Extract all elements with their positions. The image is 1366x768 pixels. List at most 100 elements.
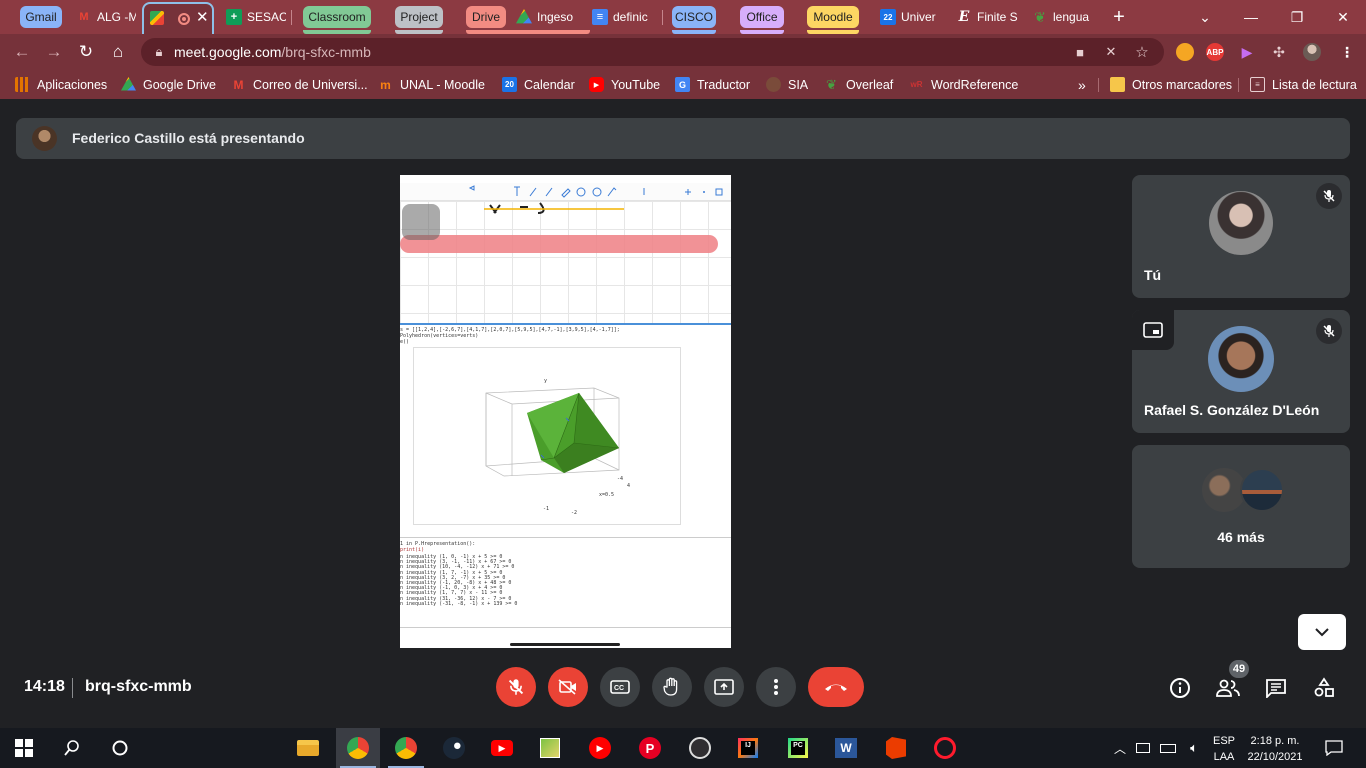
extension-icon[interactable]	[1176, 43, 1194, 61]
tab-lengua[interactable]: ❦ lengua	[1026, 0, 1096, 34]
tab-definic[interactable]: ≡ definic	[586, 0, 658, 34]
language-indicator[interactable]: ESP LAA	[1212, 733, 1236, 765]
taskbar-pinterest[interactable]: P	[638, 736, 662, 760]
taskbar-youtube-music[interactable]: ▶	[588, 736, 612, 760]
pip-overlay-button[interactable]	[402, 204, 440, 240]
taskbar-steam[interactable]	[442, 736, 466, 760]
tab-group-cisco[interactable]: CISCO	[672, 6, 716, 28]
captions-button[interactable]: CC	[600, 667, 640, 707]
minimize-button[interactable]: —	[1228, 0, 1274, 34]
bookmarks-overflow-button[interactable]: »	[1078, 76, 1086, 93]
puzzle-icon[interactable]: ✣	[1270, 43, 1288, 61]
calendar-icon: 20	[502, 77, 517, 92]
bookmark-calendar[interactable]: 20 Calendar	[502, 76, 575, 93]
home-button[interactable]: ⌂	[106, 40, 130, 64]
taskbar-file-explorer[interactable]	[296, 736, 320, 760]
clock[interactable]: 2:18 p. m. 22/10/2021	[1244, 733, 1306, 765]
bookmark-youtube[interactable]: ▶ YouTube	[589, 76, 660, 93]
captions-icon: CC	[610, 680, 630, 694]
pip-button[interactable]	[1132, 310, 1174, 350]
bookmark-overleaf[interactable]: ❦ Overleaf	[824, 76, 893, 93]
taskbar-opera[interactable]	[933, 736, 957, 760]
bookmark-traductor[interactable]: G Traductor	[675, 76, 750, 93]
windows-start-button[interactable]	[12, 736, 36, 760]
tab-group-moodle[interactable]: Moodle	[807, 6, 859, 28]
extension-icon[interactable]: ▶	[1238, 43, 1256, 61]
forward-button[interactable]: →	[42, 40, 66, 64]
bookmark-correo[interactable]: M Correo de Universi...	[231, 76, 368, 93]
present-screen-button[interactable]	[704, 667, 744, 707]
taskbar-chrome[interactable]	[394, 736, 418, 760]
docs-icon: ≡	[592, 9, 608, 25]
other-bookmarks-folder[interactable]: Otros marcadores	[1110, 76, 1232, 93]
bookmark-wordreference[interactable]: wR WordReference	[909, 76, 1019, 93]
tab-group-drive[interactable]: Drive	[466, 6, 506, 28]
close-window-button[interactable]: ✕	[1320, 0, 1366, 34]
camera-icon[interactable]: ■	[1072, 44, 1088, 60]
tab-separator	[662, 10, 663, 25]
bookmark-google-drive[interactable]: Google Drive	[121, 76, 216, 93]
tab-alg[interactable]: M ALG -M	[70, 0, 136, 34]
address-bar[interactable]: 🔒︎ meet.google.com/brq-sfxc-mmb ■ ✕ ☆	[141, 38, 1164, 66]
taskbar-pycharm[interactable]: PC	[786, 736, 810, 760]
network-tray-icon[interactable]	[1134, 736, 1152, 760]
tab-univer[interactable]: 22 Univer	[874, 0, 944, 34]
tab-sesac[interactable]: + SESAC	[220, 0, 286, 34]
camera-toggle-button[interactable]	[548, 667, 588, 707]
taskbar-office[interactable]	[884, 736, 908, 760]
reload-button[interactable]: ↻	[74, 40, 98, 64]
tab-group-gmail[interactable]: Gmail	[20, 6, 62, 28]
close-icon[interactable]: ✕	[196, 8, 209, 26]
bookmark-aplicaciones[interactable]: Aplicaciones	[15, 76, 107, 93]
taskbar-youtube[interactable]: ▶	[490, 736, 514, 760]
cortana-button[interactable]	[108, 736, 132, 760]
collapse-tiles-button[interactable]	[1298, 614, 1346, 650]
clock-time: 2:18 p. m.	[1250, 735, 1300, 747]
tab-meet-active[interactable]: ✕	[142, 2, 214, 34]
taskbar-intellij[interactable]: IJ	[736, 736, 760, 760]
tab-group-office[interactable]: Office	[740, 6, 784, 28]
tab-group-project[interactable]: Project	[395, 6, 443, 28]
participant-tile-self[interactable]: Tú	[1132, 175, 1350, 298]
tab-search-button[interactable]: ⌄	[1182, 0, 1228, 34]
avatar[interactable]	[1303, 43, 1321, 61]
volume-tray-icon[interactable]: 🔈︎	[1184, 736, 1204, 760]
tab-ingeso[interactable]: Ingeso	[510, 0, 584, 34]
activities-button[interactable]	[1311, 675, 1337, 701]
participant-tile-rafael[interactable]: Rafael S. González D'León	[1132, 310, 1350, 433]
bookmarks-divider	[1098, 78, 1099, 92]
notifications-button[interactable]	[1322, 736, 1346, 760]
mic-blocked-icon[interactable]: ✕	[1103, 44, 1119, 60]
taskbar-word[interactable]: W	[834, 736, 858, 760]
info-icon	[1170, 678, 1190, 698]
chrome-icon	[395, 737, 417, 759]
bookmark-sia[interactable]: SIA	[766, 76, 808, 93]
taskbar-obs[interactable]	[688, 736, 712, 760]
bookmark-moodle[interactable]: m UNAL - Moodle	[378, 76, 485, 93]
bookmark-label: SIA	[788, 77, 809, 92]
tab-group-classroom[interactable]: Classroom	[303, 6, 371, 28]
restore-button[interactable]: ❐	[1274, 0, 1320, 34]
tab-finite[interactable]: E Finite S	[950, 0, 1020, 34]
more-options-button[interactable]	[756, 667, 796, 707]
show-hidden-icons-button[interactable]: ︿	[1112, 736, 1128, 760]
raise-hand-button[interactable]	[652, 667, 692, 707]
lock-icon[interactable]: 🔒︎	[151, 44, 167, 60]
search-button[interactable]	[60, 736, 84, 760]
adblock-icon[interactable]: ABP	[1206, 43, 1224, 61]
leave-call-button[interactable]	[808, 667, 864, 707]
participant-tile-more[interactable]: 46 más	[1132, 445, 1350, 568]
meeting-details-button[interactable]	[1167, 675, 1193, 701]
battery-tray-icon[interactable]	[1158, 736, 1178, 760]
star-icon[interactable]: ☆	[1134, 44, 1150, 61]
mic-toggle-button[interactable]	[496, 667, 536, 707]
new-tab-button[interactable]: +	[1104, 0, 1134, 34]
reading-list-button[interactable]: ≡ Lista de lectura	[1250, 76, 1357, 93]
participants-button[interactable]	[1215, 675, 1241, 701]
menu-kebab-icon[interactable]: ⋮	[1338, 43, 1356, 61]
chat-button[interactable]	[1263, 675, 1289, 701]
back-button[interactable]: ←	[10, 40, 34, 64]
taskbar-photo-app[interactable]	[538, 736, 562, 760]
taskbar-chrome-active[interactable]	[346, 736, 370, 760]
bookmark-label: Aplicaciones	[37, 77, 108, 92]
